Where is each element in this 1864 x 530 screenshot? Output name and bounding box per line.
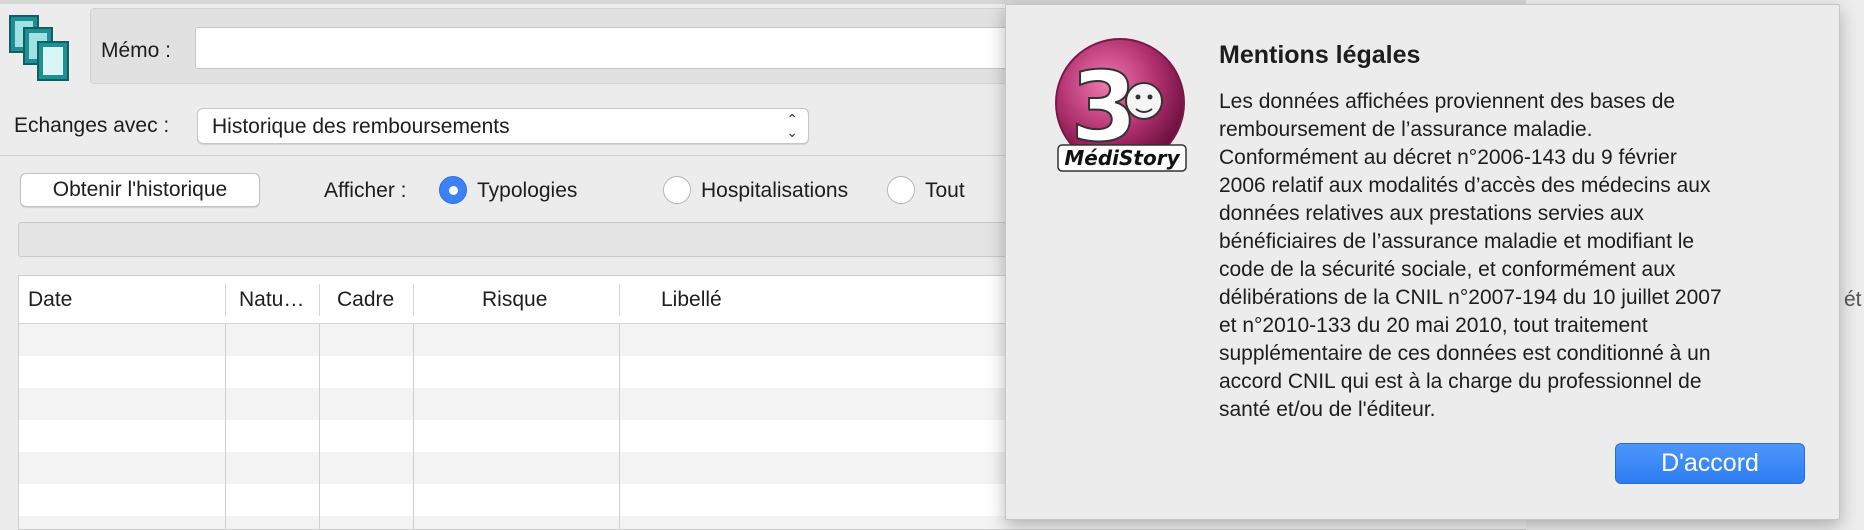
exchanges-select-value: Historique des remboursements — [212, 115, 510, 138]
column-line — [413, 324, 414, 529]
chevron-up-down-icon: ⌃ ⌄ — [786, 111, 798, 140]
radio-unchecked-icon[interactable] — [663, 176, 691, 204]
get-history-button[interactable]: Obtenir l'historique — [20, 173, 260, 207]
dialog-title: Mentions légales — [1219, 41, 1421, 69]
column-header-nature[interactable]: Natu… — [239, 288, 304, 312]
ok-button[interactable]: D'accord — [1615, 443, 1805, 484]
column-separator[interactable] — [319, 284, 320, 316]
radio-label: Hospitalisations — [701, 179, 849, 202]
column-separator[interactable] — [225, 284, 226, 316]
radio-label: Typologies — [477, 179, 578, 202]
column-line — [319, 324, 320, 529]
app-windows-icon — [9, 15, 69, 81]
memo-panel: Mémo : — [90, 8, 1095, 84]
column-header-risque[interactable]: Risque — [482, 288, 547, 312]
exchanges-select[interactable]: Historique des remboursements ⌃ ⌄ — [197, 108, 809, 144]
memo-label: Mémo : — [101, 39, 172, 62]
legal-notice-dialog: 3 MédiStory Mentions légales Les données… — [1005, 4, 1840, 520]
exchanges-label: Echanges avec : — [14, 114, 170, 137]
memo-input[interactable] — [195, 27, 1095, 69]
radio-label: Tout — [925, 179, 965, 202]
column-header-cadre[interactable]: Cadre — [337, 288, 394, 312]
medistory-logo: 3 MédiStory — [1055, 38, 1187, 172]
svg-text:MédiStory: MédiStory — [1064, 146, 1180, 170]
dialog-body-text: Les données affichées proviennent des ba… — [1219, 90, 1722, 421]
column-line — [619, 324, 620, 529]
column-header-date[interactable]: Date — [28, 288, 72, 312]
column-line — [225, 324, 226, 529]
column-separator[interactable] — [413, 284, 414, 316]
radio-unchecked-icon[interactable] — [887, 176, 915, 204]
column-header-libelle[interactable]: Libellé — [661, 288, 722, 312]
radio-checked-icon[interactable] — [439, 176, 467, 204]
show-label: Afficher : — [324, 179, 407, 202]
column-separator[interactable] — [619, 284, 620, 316]
clipped-column-header: ét — [1844, 288, 1862, 311]
